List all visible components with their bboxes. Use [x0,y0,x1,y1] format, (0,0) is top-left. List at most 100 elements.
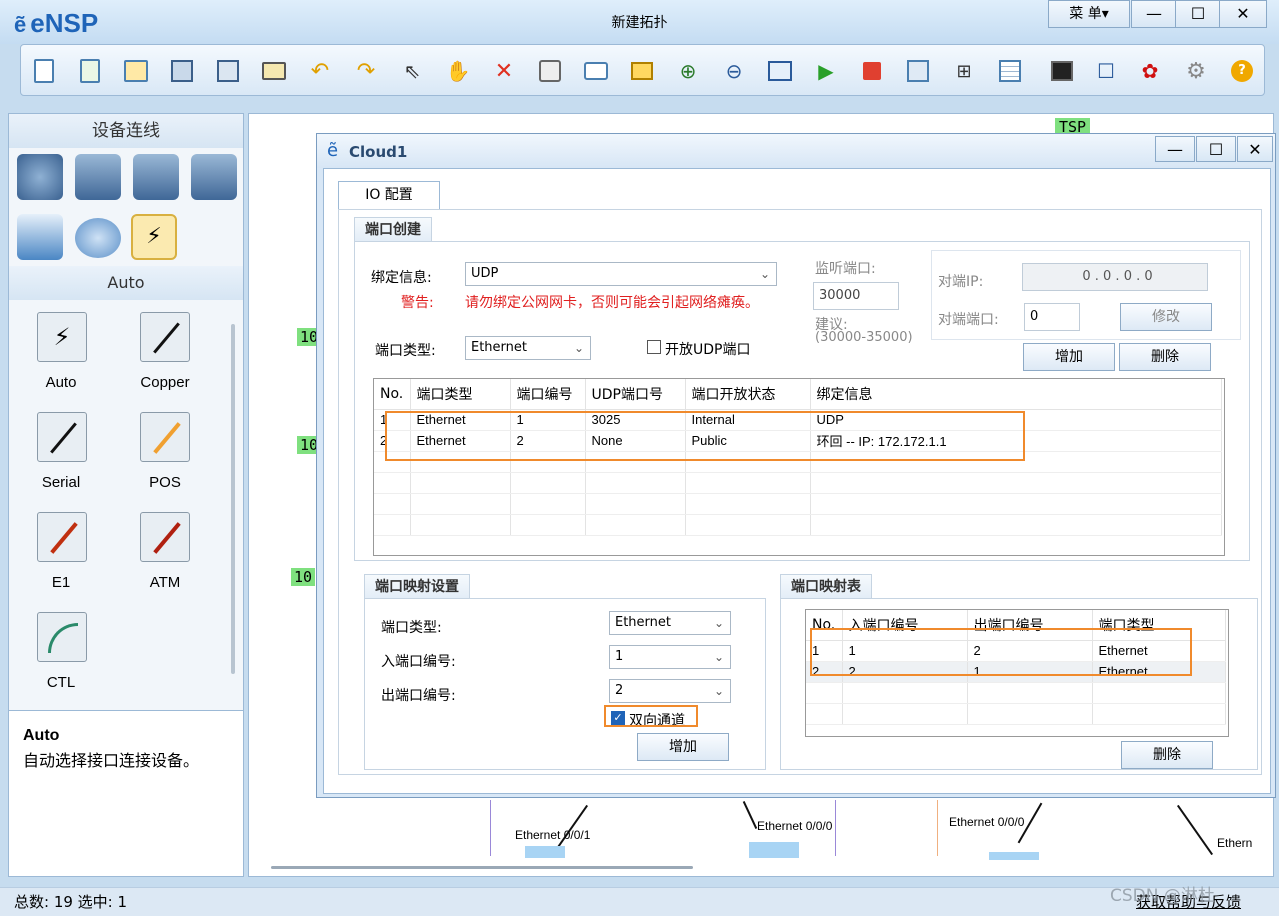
save-icon[interactable] [167,56,197,86]
firewall-icon[interactable] [191,154,237,200]
new-example-icon[interactable] [75,56,105,86]
delete-port-button[interactable]: 删除 [1119,343,1211,371]
status-count: 总数: 19 选中: 1 [14,893,128,911]
bind-label: 绑定信息: [371,270,432,286]
panel-scrollbar[interactable] [231,324,235,674]
tab-io-config[interactable]: IO 配置 [338,181,440,209]
add-port-button[interactable]: 增加 [1023,343,1115,371]
e1-link-icon[interactable] [37,512,87,562]
udp-open-checkbox[interactable] [647,340,661,354]
router-icon[interactable] [17,154,63,200]
zoom-out-icon[interactable]: ⊖ [719,56,749,86]
redo-icon[interactable]: ↷ [351,56,381,86]
atm-link-icon[interactable] [140,512,190,562]
menu-button[interactable]: 菜 单▾ [1048,0,1130,28]
ctl-link-icon[interactable] [37,612,87,662]
description-box: Auto 自动选择接口连接设备。 [9,710,243,876]
e1-link-label: E1 [51,574,71,591]
port-type-label: 端口类型: [375,343,436,359]
minimize-button[interactable]: — [1131,0,1177,28]
peer-ip-label: 对端IP: [938,274,984,290]
listen-port-label: 监听端口: [815,261,876,277]
highlight-box [810,628,1192,676]
in-port-select[interactable]: 1 ⌄ [609,645,731,669]
auto-link-icon[interactable]: ⚡ [37,312,87,362]
device-panel: 设备连线 ⚡ Auto ⚡ Auto Copper Serial POS E1 … [8,113,244,877]
desc-text: 自动选择接口连接设备。 [23,751,200,770]
capture-icon[interactable] [903,56,933,86]
map-type-label: 端口类型: [381,620,442,636]
port-create-title: 端口创建 [354,217,432,241]
copper-link-icon[interactable] [140,312,190,362]
suggest-range: (30000-35000) [815,330,913,345]
link-line[interactable] [742,800,758,830]
desc-title: Auto [23,727,60,744]
settings-icon[interactable]: ⚙ [1181,56,1211,86]
bind-select[interactable]: UDP ⌄ [465,262,777,286]
pan-icon[interactable]: ✋ [443,56,473,86]
port-create-group: 绑定信息: UDP ⌄ 警告: 请勿绑定公网网卡，否则可能会引起网络瘫痪。 监听端… [354,241,1250,561]
col-no: No. [374,379,411,410]
stop-icon[interactable] [857,56,887,86]
out-port-select[interactable]: 2 ⌄ [609,679,731,703]
add-mapping-button[interactable]: 增加 [637,733,729,761]
cloud-dialog: ẽ Cloud1 — ☐ ✕ IO 配置 端口创建 绑定信息: UDP ⌄ 警告:… [316,133,1276,798]
map-table-title: 端口映射表 [780,574,872,598]
rectangle-icon[interactable] [627,56,657,86]
dialog-maximize-button[interactable]: ☐ [1196,136,1236,162]
ctl-link-label: CTL [46,674,76,691]
dialog-minimize-button[interactable]: — [1155,136,1195,162]
maximize-button[interactable]: ☐ [1175,0,1221,28]
link-icon[interactable]: ⚡ [131,214,177,260]
serial-link-icon[interactable] [37,412,87,462]
start-icon[interactable]: ▶ [811,56,841,86]
mapping-group: 端口类型: Ethernet ⌄ 入端口编号: 1 ⌄ 出端口编号: 2 ⌄ ✓ 双向… [364,598,766,770]
auto-link-label: Auto [45,374,77,391]
col-port-number: 端口编号 [510,379,586,410]
switch-icon[interactable] [75,154,121,200]
delete-link-icon[interactable] [535,56,565,86]
pos-link-icon[interactable] [140,412,190,462]
huawei-icon[interactable]: ✿ [1135,56,1165,86]
pc-icon[interactable] [17,214,63,260]
link-line[interactable] [1176,804,1214,856]
modify-button[interactable]: 修改 [1120,303,1212,331]
peer-port-input[interactable]: 0 [1024,303,1080,331]
port-table: No. 端口类型 端口编号 UDP端口号 端口开放状态 绑定信息 1 Ether… [373,378,1225,556]
chat-icon[interactable]: ☐ [1091,56,1121,86]
canvas-hscrollbar[interactable] [271,866,693,869]
devices-section-title: 设备连线 [9,114,243,148]
save-as-icon[interactable] [213,56,243,86]
select-icon[interactable]: ⇖ [397,56,427,86]
mapping-title: 端口映射设置 [364,574,470,598]
peer-ip-input[interactable]: 0 . 0 . 0 . 0 [1022,263,1208,291]
print-icon[interactable] [259,56,289,86]
text-icon[interactable] [581,56,611,86]
zoom-in-icon[interactable]: ⊕ [673,56,703,86]
close-button[interactable]: ✕ [1219,0,1267,28]
port-type-select[interactable]: Ethernet ⌄ [465,336,591,360]
open-icon[interactable] [121,56,151,86]
topology-icon[interactable]: ⊞ [949,56,979,86]
undo-icon[interactable]: ↶ [305,56,335,86]
warning-text: 请勿绑定公网网卡，否则可能会引起网络瘫痪。 [465,295,759,311]
device-node[interactable] [989,852,1039,860]
highlight-box [604,705,698,727]
cloud-icon[interactable] [75,218,121,258]
console-icon[interactable] [1047,56,1077,86]
help-icon[interactable]: ? [1227,56,1257,86]
new-topology-icon[interactable] [29,56,59,86]
device-node[interactable] [525,846,565,858]
grid-icon[interactable] [995,56,1025,86]
dialog-close-button[interactable]: ✕ [1237,136,1273,162]
wireless-icon[interactable] [133,154,179,200]
delete-icon[interactable]: ✕ [489,56,519,86]
listen-port-input[interactable]: 30000 [813,282,899,310]
peer-group: 对端IP: 0 . 0 . 0 . 0 对端端口: 0 修改 [931,250,1241,340]
delete-mapping-button[interactable]: 删除 [1121,741,1213,769]
device-node[interactable] [749,842,799,858]
fit-icon[interactable] [765,56,795,86]
highlight-box [385,411,1025,461]
map-type-select[interactable]: Ethernet ⌄ [609,611,731,635]
dialog-title-bar: ẽ Cloud1 — ☐ ✕ [317,134,1275,168]
